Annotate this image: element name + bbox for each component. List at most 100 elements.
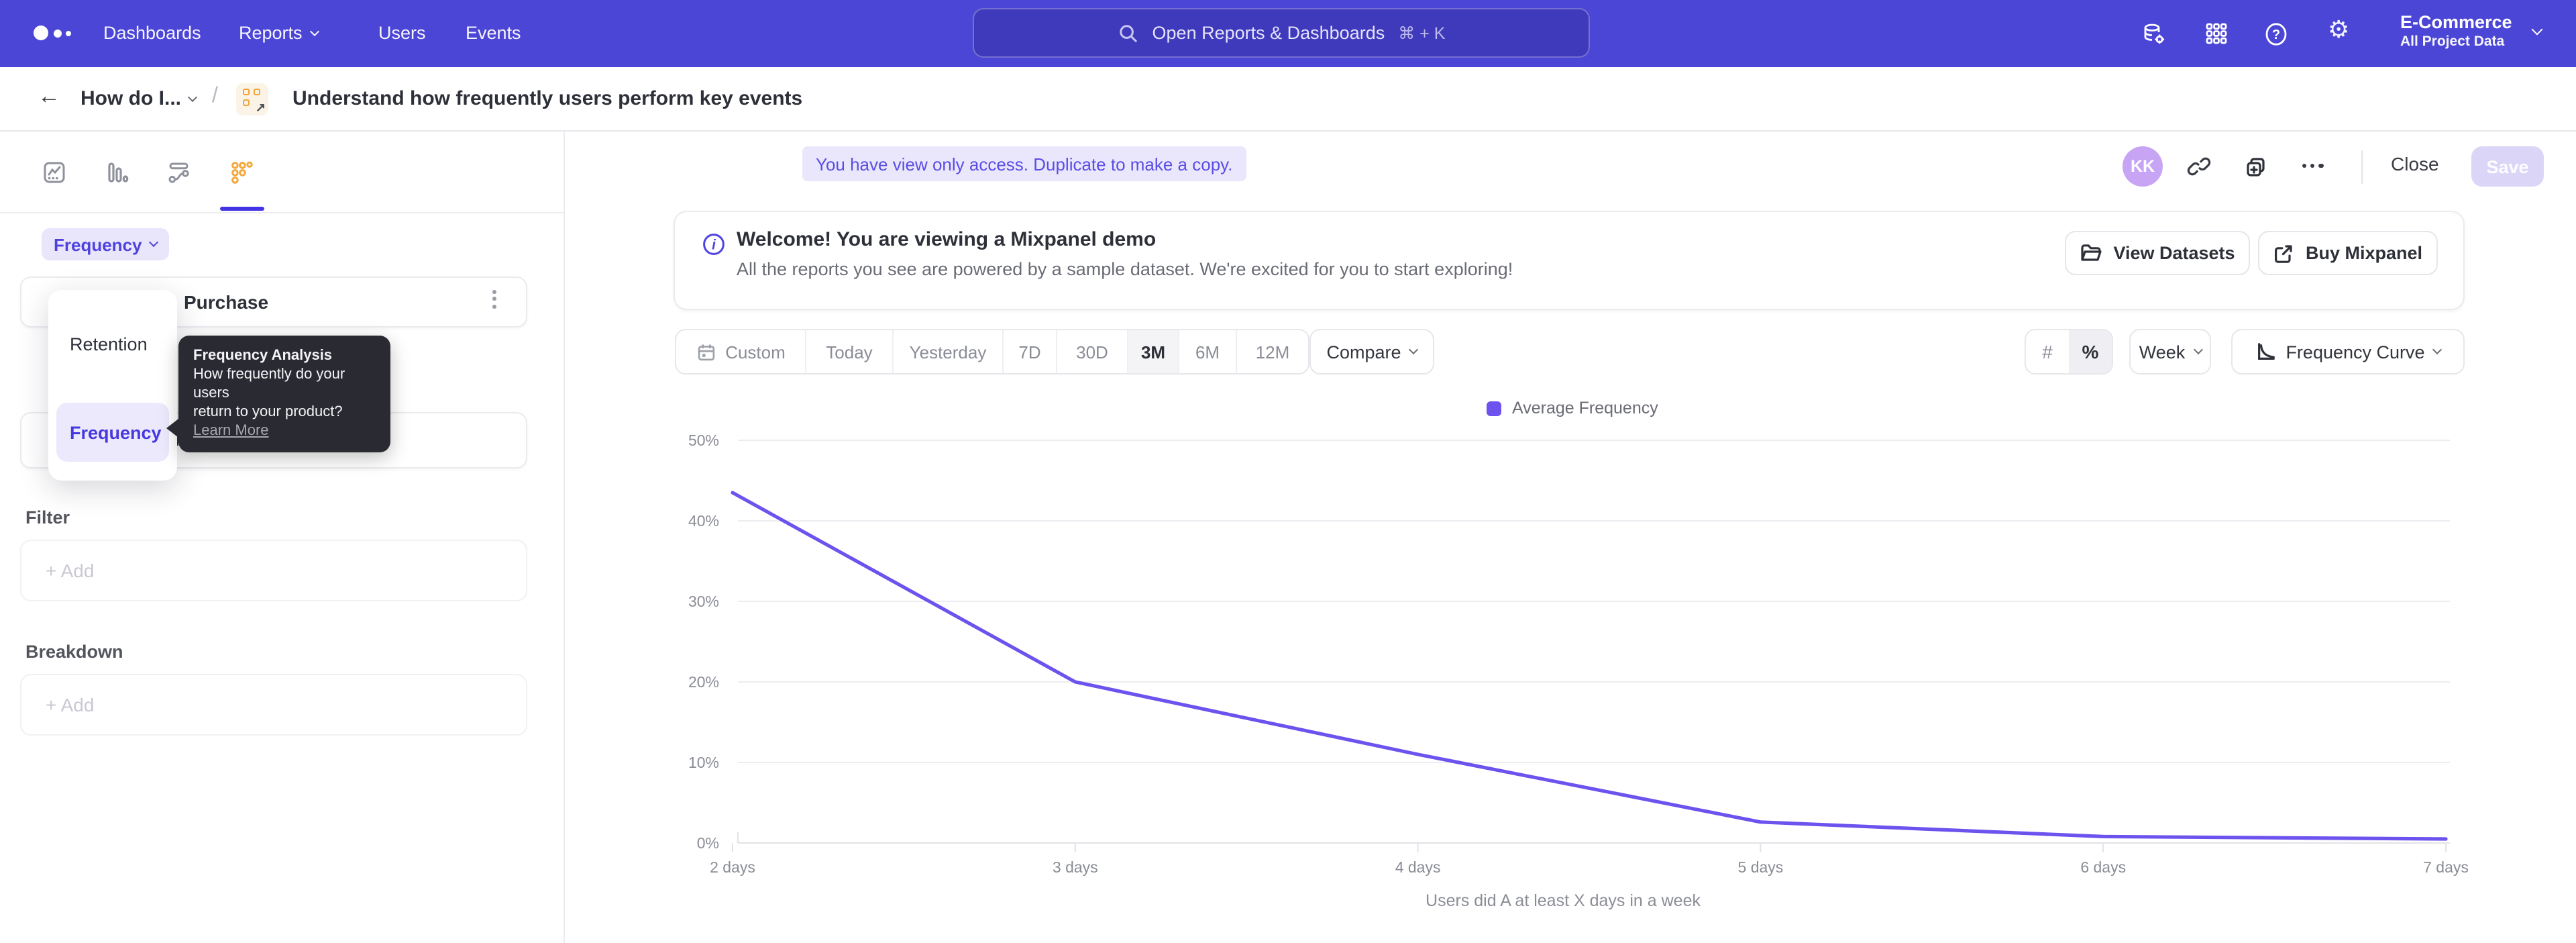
search-shortcut: ⌘ + K <box>1398 23 1445 43</box>
compare-button[interactable]: Compare <box>1309 329 1434 375</box>
tab-funnels[interactable] <box>93 148 141 196</box>
folder-icon <box>2080 243 2102 263</box>
range-30d[interactable]: 30D <box>1057 330 1128 373</box>
chevron-down-icon <box>188 92 197 101</box>
svg-text:10%: 10% <box>688 754 719 771</box>
banner-title: Welcome! You are viewing a Mixpanel demo <box>737 228 1156 251</box>
svg-text:3 days: 3 days <box>1053 858 1098 876</box>
svg-text:7 days: 7 days <box>2423 858 2469 876</box>
legend-swatch <box>1487 401 1501 415</box>
interval-dropdown[interactable]: Week <box>2129 329 2211 375</box>
unit-number[interactable]: # <box>2026 330 2069 373</box>
svg-text:i: i <box>712 237 716 252</box>
filter-add-button[interactable]: + Add <box>20 540 527 601</box>
tab-retention[interactable] <box>217 148 266 196</box>
breakdown-heading: Breakdown <box>25 642 123 662</box>
chevron-down-icon <box>2193 345 2202 354</box>
nav-dashboards[interactable]: Dashboards <box>103 23 201 43</box>
chevron-down-icon <box>310 26 319 36</box>
chevron-down-icon <box>2432 345 2442 354</box>
info-icon: i <box>702 232 726 256</box>
filter-heading: Filter <box>25 507 70 528</box>
range-today[interactable]: Today <box>806 330 894 373</box>
report-title: Understand how frequently users perform … <box>292 87 802 110</box>
range-3m[interactable]: 3M <box>1128 330 1179 373</box>
project-name: E-Commerce <box>2400 11 2512 34</box>
event-options-icon[interactable] <box>492 290 496 308</box>
unit-toggle: # % <box>2025 329 2113 375</box>
dropdown-item-frequency[interactable]: Frequency <box>56 403 169 462</box>
divider <box>2361 150 2363 184</box>
range-yesterday[interactable]: Yesterday <box>894 330 1004 373</box>
breadcrumb[interactable]: How do I... <box>80 87 196 110</box>
calendar-icon <box>696 342 716 362</box>
duplicate-icon[interactable] <box>2243 154 2269 187</box>
tab-insights[interactable] <box>30 148 78 196</box>
analysis-type-selector[interactable]: Frequency <box>42 228 169 260</box>
dropdown-item-retention[interactable]: Retention <box>56 314 169 373</box>
mixpanel-app: Dashboards Reports Users Events Open Rep… <box>0 0 2576 943</box>
tooltip-line: return to your product? <box>193 403 376 421</box>
unit-percent[interactable]: % <box>2069 330 2112 373</box>
svg-text:20%: 20% <box>688 673 719 691</box>
range-12m[interactable]: 12M <box>1237 330 1308 373</box>
nav-events[interactable]: Events <box>466 23 521 43</box>
settings-gear-icon[interactable]: ⚙ <box>2328 17 2349 42</box>
search-placeholder: Open Reports & Dashboards <box>1152 23 1385 43</box>
view-only-notice[interactable]: You have view only access. Duplicate to … <box>802 146 1246 181</box>
chart-legend[interactable]: Average Frequency <box>1487 399 1658 417</box>
chevron-down-icon <box>1409 345 1418 354</box>
learn-more-link[interactable]: Learn More <box>193 423 269 439</box>
frequency-line-chart[interactable]: 50%40%30%20%10%0%2 days3 days4 days5 day… <box>657 427 2469 883</box>
chart-caption: Users did A at least X days in a week <box>657 891 2469 910</box>
date-range-control: Custom Today Yesterday 7D 30D 3M 6M 12M <box>675 329 1309 375</box>
svg-text:6 days: 6 days <box>2080 858 2126 876</box>
range-custom[interactable]: Custom <box>676 330 806 373</box>
sidebar-divider <box>564 132 565 943</box>
close-button[interactable]: Close <box>2391 153 2439 175</box>
nav-reports[interactable]: Reports <box>239 23 319 43</box>
frequency-tooltip: Frequency Analysis How frequently do you… <box>178 336 390 452</box>
range-6m[interactable]: 6M <box>1179 330 1237 373</box>
search-icon <box>1118 22 1139 44</box>
tooltip-title: Frequency Analysis <box>193 346 376 365</box>
chart-type-dropdown[interactable]: Frequency Curve <box>2231 329 2465 375</box>
board-template-icon[interactable]: ↗ <box>236 83 268 115</box>
svg-text:0%: 0% <box>697 834 719 852</box>
save-button[interactable]: Save <box>2471 146 2544 187</box>
svg-text:?: ? <box>2272 28 2280 42</box>
back-button[interactable]: ← <box>38 83 60 110</box>
apps-grid-icon[interactable] <box>2204 21 2229 52</box>
project-switcher[interactable]: E-Commerce All Project Data <box>2400 11 2512 51</box>
top-nav-bar: Dashboards Reports Users Events Open Rep… <box>0 0 2576 67</box>
buy-mixpanel-button[interactable]: Buy Mixpanel <box>2258 231 2438 275</box>
nav-users[interactable]: Users <box>378 23 426 43</box>
analysis-type-dropdown: Retention Frequency <box>48 290 177 481</box>
event-label: Purchase <box>184 291 268 313</box>
svg-text:4 days: 4 days <box>1395 858 1441 876</box>
range-7d[interactable]: 7D <box>1004 330 1057 373</box>
copy-link-icon[interactable] <box>2187 154 2211 185</box>
svg-text:50%: 50% <box>688 432 719 449</box>
frequency-curve-icon <box>2255 341 2276 362</box>
view-datasets-button[interactable]: View Datasets <box>2065 231 2250 275</box>
global-search[interactable]: Open Reports & Dashboards ⌘ + K <box>973 8 1590 58</box>
breakdown-add-button[interactable]: + Add <box>20 674 527 736</box>
more-actions-icon[interactable] <box>2302 164 2323 168</box>
tooltip-arrow <box>166 419 178 438</box>
chevron-down-icon <box>148 238 158 247</box>
svg-text:40%: 40% <box>688 512 719 530</box>
legend-label: Average Frequency <box>1512 399 1658 417</box>
chevron-down-icon <box>2532 24 2543 36</box>
tooltip-line: users <box>193 384 376 403</box>
data-management-icon[interactable] <box>2141 21 2167 54</box>
svg-text:2 days: 2 days <box>710 858 755 876</box>
help-icon[interactable]: ? <box>2263 21 2289 54</box>
tab-flows[interactable] <box>154 148 203 196</box>
active-tab-indicator <box>220 207 264 211</box>
svg-text:5 days: 5 days <box>1738 858 1784 876</box>
report-type-tabs <box>0 132 564 213</box>
external-link-icon <box>2273 242 2295 264</box>
avatar[interactable]: KK <box>2123 146 2163 187</box>
tooltip-line: How frequently do your <box>193 365 376 384</box>
